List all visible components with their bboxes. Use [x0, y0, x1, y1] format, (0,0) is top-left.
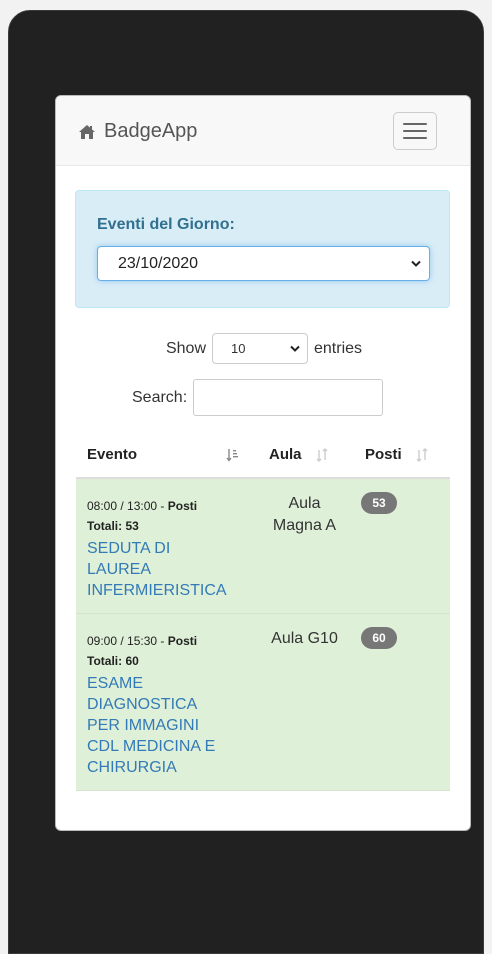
event-title-link[interactable]: ESAME DIAGNOSTICA PER IMMAGINI CDL MEDIC… [87, 673, 250, 778]
sort-icon [316, 448, 328, 462]
sort-icon [416, 448, 428, 462]
navbar-toggle-button[interactable] [393, 112, 437, 150]
posti-badge: 60 [361, 627, 397, 649]
date-select[interactable]: 23/10/2020 [97, 246, 430, 281]
phone-frame: BadgeApp Eventi del Giorno: 23/10/2020 S… [8, 10, 484, 954]
column-header-aula[interactable]: Aula [256, 431, 353, 477]
app-screen: BadgeApp Eventi del Giorno: 23/10/2020 S… [55, 95, 471, 831]
events-table: Evento Aula Posti 08:00 / 13:00 - Posti … [76, 431, 450, 791]
chevron-down-icon [411, 260, 421, 267]
posti-cell: 53 [353, 479, 450, 613]
aula-cell: Aula G10 [271, 630, 338, 647]
events-filter-label: Eventi del Giorno: [97, 216, 235, 233]
table-row[interactable]: 09:00 / 15:30 - Posti Totali: 60 ESAME D… [76, 614, 450, 791]
entries-length-control: Show 10 entries [56, 333, 470, 364]
sort-ascending-icon [226, 449, 238, 462]
search-label: Search: [132, 388, 188, 406]
entries-select[interactable]: 10 [212, 333, 308, 364]
column-header-posti[interactable]: Posti [353, 431, 450, 477]
brand-name: BadgeApp [104, 120, 198, 142]
date-select-value: 23/10/2020 [118, 255, 199, 272]
events-filter-panel: Eventi del Giorno: 23/10/2020 [75, 190, 450, 308]
brand-link[interactable]: BadgeApp [78, 120, 197, 143]
event-cell: 08:00 / 13:00 - Posti Totali: 53 SEDUTA … [76, 479, 256, 613]
column-header-evento[interactable]: Evento [76, 431, 256, 477]
navbar: BadgeApp [56, 96, 470, 166]
event-time: 09:00 / 15:30 - Posti Totali: 60 [87, 634, 198, 668]
posti-cell: 60 [353, 614, 450, 790]
chevron-down-icon [290, 345, 300, 352]
table-row[interactable]: 08:00 / 13:00 - Posti Totali: 53 SEDUTA … [76, 479, 450, 614]
hamburger-icon [403, 123, 427, 125]
aula-cell: Aula Magna A [272, 495, 337, 534]
search-input[interactable] [193, 379, 384, 416]
event-cell: 09:00 / 15:30 - Posti Totali: 60 ESAME D… [76, 614, 256, 790]
search-control: Search: [132, 379, 384, 416]
entries-label: entries [314, 339, 363, 357]
table-header: Evento Aula Posti [76, 431, 450, 479]
home-icon [79, 124, 95, 139]
event-time: 08:00 / 13:00 - Posti Totali: 53 [87, 499, 198, 533]
entries-select-value: 10 [231, 341, 246, 356]
show-label: Show [165, 339, 206, 357]
event-title-link[interactable]: SEDUTA DI LAUREA INFERMIERISTICA [87, 538, 250, 601]
posti-badge: 53 [361, 492, 397, 514]
